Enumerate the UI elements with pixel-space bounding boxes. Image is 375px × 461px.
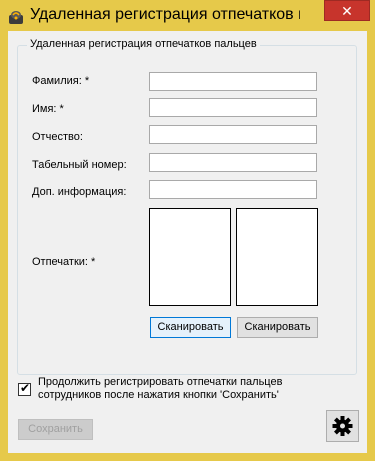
groupbox-title: Удаленная регистрация отпечатков пальцев — [27, 38, 260, 50]
first-name-label: Имя: * — [32, 103, 64, 115]
window-title: Удаленная регистрация отпечатков пальцев — [30, 6, 300, 23]
registration-groupbox: Удаленная регистрация отпечатков пальцев… — [17, 38, 357, 375]
personnel-number-field[interactable] — [149, 153, 317, 172]
scan-left-button[interactable]: Сканировать — [150, 317, 231, 338]
last-name-field[interactable] — [149, 72, 317, 91]
extra-info-label: Доп. информация: — [32, 186, 127, 198]
prints-label: Отпечатки: * — [32, 256, 96, 268]
save-button[interactable]: Сохранить — [18, 419, 93, 440]
check-icon: ✔ — [20, 381, 31, 395]
close-button[interactable]: ✕ — [324, 0, 370, 21]
continue-registration-checkbox[interactable]: ✔ — [18, 381, 31, 396]
last-name-label: Фамилия: * — [32, 75, 90, 87]
middle-name-field[interactable] — [149, 125, 317, 144]
gear-icon — [332, 416, 353, 436]
title-bar[interactable]: Удаленная регистрация отпечатков пальцев… — [0, 0, 375, 32]
close-icon: ✕ — [341, 3, 353, 19]
extra-info-field[interactable] — [149, 180, 317, 199]
app-window: Удаленная регистрация отпечатков пальцев… — [0, 0, 375, 461]
fingerprint-preview-left — [149, 208, 231, 306]
fingerprint-app-icon — [8, 9, 24, 25]
scan-right-button[interactable]: Сканировать — [237, 317, 318, 338]
middle-name-label: Отчество: — [32, 131, 83, 143]
continue-registration-label[interactable]: Продолжить регистрировать отпечатки паль… — [38, 376, 338, 402]
client-area: Удаленная регистрация отпечатков пальцев… — [8, 31, 367, 453]
personnel-number-label: Табельный номер: — [32, 159, 127, 171]
first-name-field[interactable] — [149, 98, 317, 117]
fingerprint-preview-right — [236, 208, 318, 306]
settings-button[interactable] — [326, 410, 359, 442]
